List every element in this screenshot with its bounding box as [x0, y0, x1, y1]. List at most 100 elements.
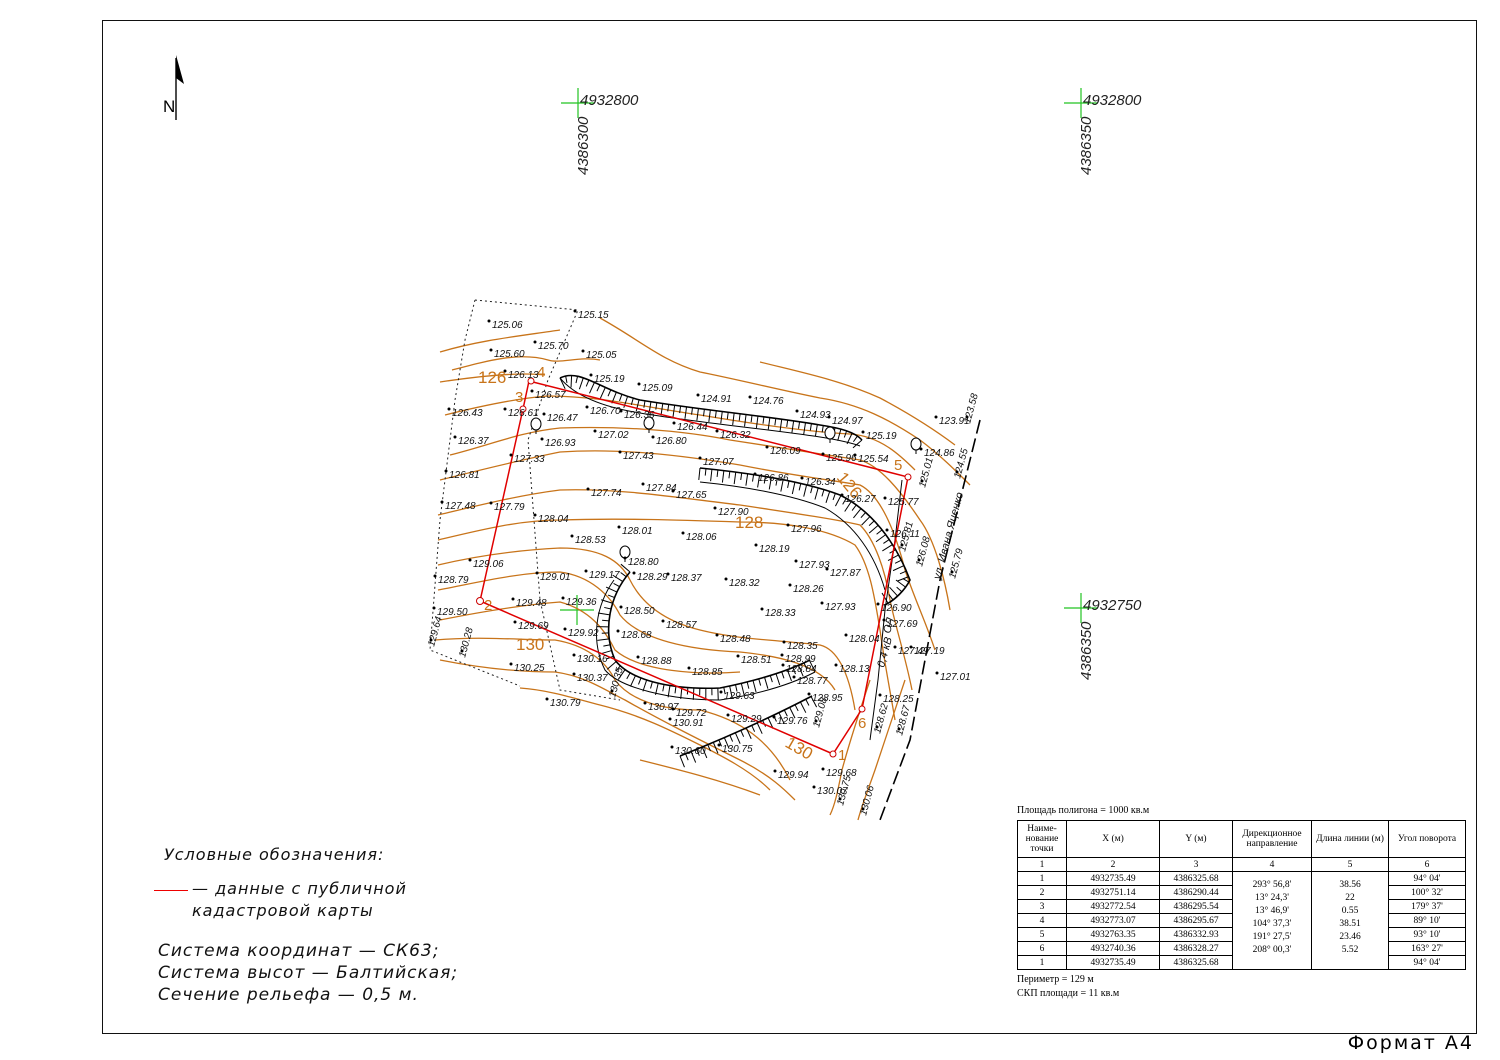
elevation-label: 125.19: [594, 374, 625, 385]
elevation-point-marker: [617, 525, 621, 529]
elevation-point-marker: [717, 743, 721, 747]
elevation-point-marker: [713, 506, 717, 510]
parcel-point-label: 6: [858, 715, 866, 732]
col-number: 4: [1232, 857, 1312, 872]
elevation-point-marker: [724, 577, 728, 581]
turn-angle: 94° 04': [1388, 955, 1466, 970]
elevation-label: 126.90: [881, 603, 912, 614]
elevation-point-marker: [883, 496, 887, 500]
x-coord: 4932763.35: [1066, 927, 1160, 942]
elevation-point-marker: [581, 349, 585, 353]
skp-area: СКП площади = 11 кв.м: [1017, 988, 1120, 999]
elevation-label: 126.44: [677, 422, 708, 433]
elevation-point-marker: [794, 559, 798, 563]
elevation-label: 129.29: [731, 714, 762, 725]
parcel-point-label: 1: [838, 747, 846, 764]
elevation-label: 127.93: [825, 602, 856, 613]
elevation-point-marker: [503, 369, 507, 373]
elevation-label: 129.64: [426, 615, 445, 648]
elevation-point-marker: [878, 693, 882, 697]
format-label: Формат А4: [1347, 1032, 1474, 1054]
elevation-point-marker: [681, 531, 685, 535]
elevation-point-marker: [643, 701, 647, 705]
turn-angle: 94° 04': [1388, 871, 1466, 886]
elevation-point-marker: [573, 309, 577, 313]
elevation-point-marker: [432, 606, 436, 610]
elevation-label: 126.81: [449, 470, 480, 481]
elevation-point-marker: [772, 715, 776, 719]
elevation-label: 126.57: [535, 390, 566, 401]
elevation-label: 125.96: [826, 453, 857, 464]
y-coord: 4386295.54: [1159, 899, 1233, 914]
elevation-label: 128.33: [765, 608, 796, 619]
elevation-point-marker: [671, 707, 675, 711]
grid-label: 4386350: [1078, 621, 1095, 680]
elevation-label: 127.93: [799, 560, 830, 571]
col-number: 2: [1066, 857, 1160, 872]
elevation-point-marker: [623, 556, 627, 560]
elevation-point-marker: [589, 373, 593, 377]
legend: Условные обозначения: — данные с публичн…: [154, 845, 459, 1006]
direction-value: 104° 37,3': [1252, 919, 1292, 929]
y-coord: 4386328.27: [1159, 941, 1233, 956]
elevation-label: 128.84: [786, 664, 817, 675]
elevation-label: 129.76: [777, 716, 808, 727]
elevation-label: 129.36: [566, 597, 597, 608]
legend-item-red-line: — данные с публичной кадастровой карты: [154, 878, 458, 922]
elevation-label: 129.72: [676, 708, 707, 719]
grid-label: 4386350: [1078, 116, 1095, 175]
elevation-point-marker: [753, 472, 757, 476]
elevation-label: 129.69: [518, 621, 549, 632]
elevation-point-marker: [509, 453, 513, 457]
elevation-label: 125.70: [538, 341, 569, 352]
grid-crosses: [560, 88, 1098, 625]
elevation-point-marker: [572, 653, 576, 657]
elevation-label: 130.06: [858, 784, 877, 817]
elevation-label: 128.48: [720, 634, 751, 645]
elevation-point-marker: [698, 456, 702, 460]
elevation-point-marker: [788, 583, 792, 587]
contour-label: 130: [782, 733, 816, 764]
length-value: 38.56: [1339, 880, 1361, 890]
elevation-label: 127.02: [598, 430, 629, 441]
elevation-point-marker: [533, 340, 537, 344]
elevation-point-marker: [781, 663, 785, 667]
height-system: Система высот — Балтийская;: [158, 963, 459, 983]
elevation-point-marker: [672, 421, 676, 425]
elevation-point-marker: [719, 690, 723, 694]
turn-angle: 100° 32': [1388, 885, 1466, 900]
relief-section: Сечение рельефа — 0,5 м.: [158, 985, 419, 1005]
elevation-label: 129.94: [778, 770, 809, 781]
col-number: 1: [1017, 857, 1067, 872]
elevation-label: 129.48: [516, 598, 547, 609]
tree-icon: [824, 426, 836, 443]
elevation-label: 128.77: [797, 676, 828, 687]
y-coord: 4386332.93: [1159, 927, 1233, 942]
y-coord: 4386290.44: [1159, 885, 1233, 900]
elevation-label: 128.35: [787, 641, 818, 652]
elevation-label: 127.79: [494, 502, 525, 513]
table-header: Угол поворота: [1388, 820, 1466, 858]
elevation-label: 130.28: [457, 626, 476, 659]
direction-value: 293° 56,8': [1252, 880, 1292, 890]
elevation-point-marker: [468, 558, 472, 562]
elevation-label: 128.04: [849, 634, 880, 645]
grid-label: 4932800: [1083, 92, 1142, 109]
elevation-point-marker: [935, 671, 939, 675]
elevation-point-marker: [773, 769, 777, 773]
elevation-label: 129.01: [540, 572, 571, 583]
elevation-point-marker: [585, 405, 589, 409]
col-number: 5: [1311, 857, 1389, 872]
x-coord: 4932740.36: [1066, 941, 1160, 956]
elevation-label: 128.79: [438, 575, 469, 586]
elevation-point-marker: [821, 767, 825, 771]
elevation-point-marker: [447, 407, 451, 411]
elevation-point-marker: [834, 663, 838, 667]
legend-red-line-desc: — данные с публичной кадастровой карты: [192, 879, 407, 920]
elevation-label: 126.86: [758, 473, 789, 484]
point-number: 1: [1017, 955, 1067, 970]
elevation-point-marker: [440, 500, 444, 504]
elevation-point-marker: [533, 513, 537, 517]
col-number: 6: [1388, 857, 1466, 872]
elevation-point-marker: [853, 453, 857, 457]
